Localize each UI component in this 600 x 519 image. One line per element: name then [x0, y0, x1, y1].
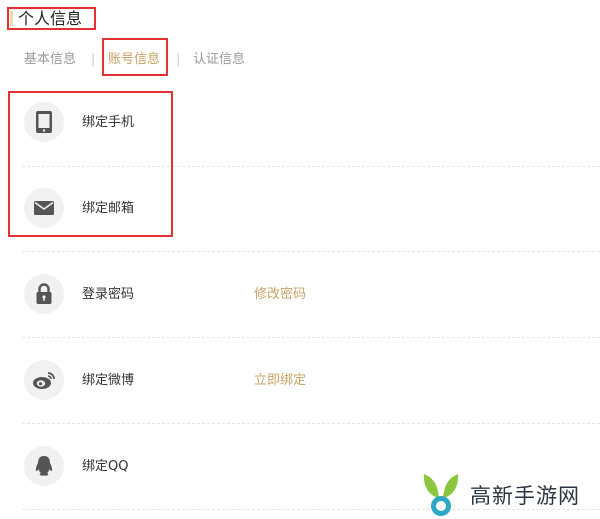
- rows-highlight-box: [8, 91, 173, 237]
- row-login-password: 登录密码 修改密码: [0, 251, 600, 337]
- title-accent-bar: [10, 11, 13, 26]
- lock-icon: [24, 274, 64, 314]
- bind-now-link[interactable]: 立即绑定: [254, 372, 306, 390]
- row-label-qq: 绑定QQ: [82, 459, 129, 474]
- row-label-password: 登录密码: [82, 287, 135, 302]
- tab-separator: |: [176, 52, 181, 67]
- tab-separator: |: [91, 52, 96, 67]
- change-password-link[interactable]: 修改密码: [254, 286, 306, 304]
- tab-basic-info[interactable]: 基本信息: [24, 51, 76, 69]
- tab-highlight-box: [102, 38, 168, 76]
- watermark: 高新手游网: [418, 468, 594, 518]
- row-label-weibo: 绑定微博: [82, 373, 135, 388]
- qq-icon: [24, 446, 64, 486]
- weibo-icon: [24, 360, 64, 400]
- row-bind-weibo: 绑定微博 立即绑定: [0, 337, 600, 423]
- tab-verification-info[interactable]: 认证信息: [193, 51, 245, 69]
- watermark-text: 高新手游网: [470, 484, 580, 508]
- watermark-logo-icon: [423, 474, 459, 516]
- page-title: 个人信息: [18, 9, 83, 28]
